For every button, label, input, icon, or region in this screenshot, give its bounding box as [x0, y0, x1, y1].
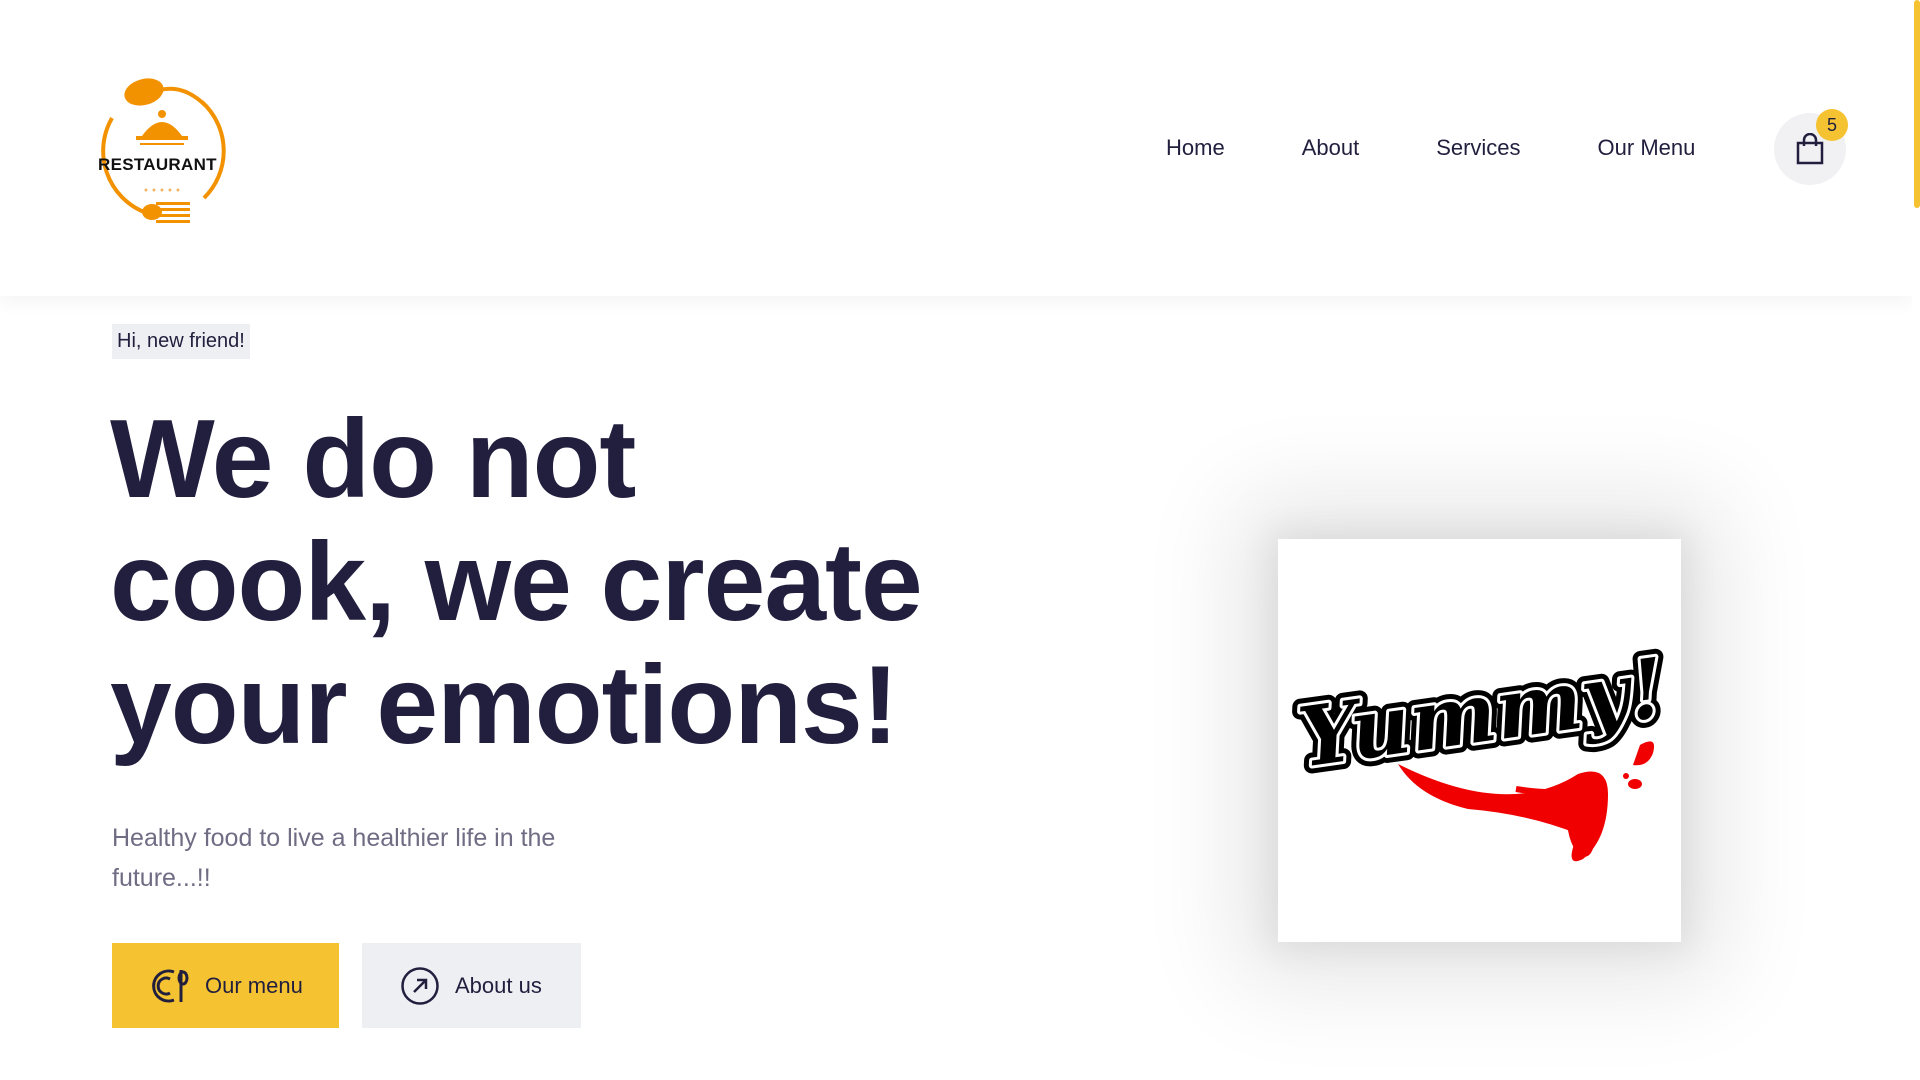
about-us-label: About us — [455, 972, 542, 998]
yummy-logo-image: Yummy! Yummy! Yummy! — [1285, 632, 1679, 862]
our-menu-label: Our menu — [205, 972, 303, 998]
logo-text: RESTAURANT — [98, 155, 217, 174]
restaurant-logo-icon — [101, 78, 226, 223]
hero-tagline: Hi, new friend! — [112, 324, 250, 359]
hero-title-line: your emotions! — [110, 643, 899, 767]
nav-item-home[interactable]: Home — [1166, 135, 1225, 161]
our-menu-button[interactable]: Our menu — [112, 943, 339, 1028]
restaurant-logo[interactable]: RESTAURANT — [84, 78, 240, 228]
about-us-button[interactable]: About us — [362, 943, 581, 1028]
dish-icon — [150, 966, 190, 1006]
nav-item-services[interactable]: Services — [1436, 135, 1520, 161]
nav-item-about[interactable]: About — [1302, 135, 1360, 161]
site-header: RESTAURANT Home About Services Our Menu … — [0, 0, 1912, 296]
shopping-bag-icon — [1796, 133, 1824, 165]
nav-item-our-menu[interactable]: Our Menu — [1598, 135, 1696, 161]
cart-count-badge: 5 — [1816, 109, 1848, 141]
arrow-up-right-circle-icon — [400, 966, 440, 1006]
page: RESTAURANT Home About Services Our Menu … — [0, 0, 1920, 1080]
hero-subtitle: Healthy food to live a healthier life in… — [112, 824, 556, 892]
hero-title: We do not cook, we create your emotions! — [110, 398, 970, 767]
yummy-logo-text: Yummy! — [1293, 640, 1671, 786]
hero-title-line: cook, we create — [110, 520, 923, 644]
hero-image-card: Yummy! Yummy! Yummy! — [1278, 539, 1681, 942]
main-nav: Home About Services Our Menu — [1166, 135, 1695, 161]
hero-title-line: We do not — [110, 397, 636, 521]
scrollbar-thumb[interactable] — [1914, 0, 1920, 208]
